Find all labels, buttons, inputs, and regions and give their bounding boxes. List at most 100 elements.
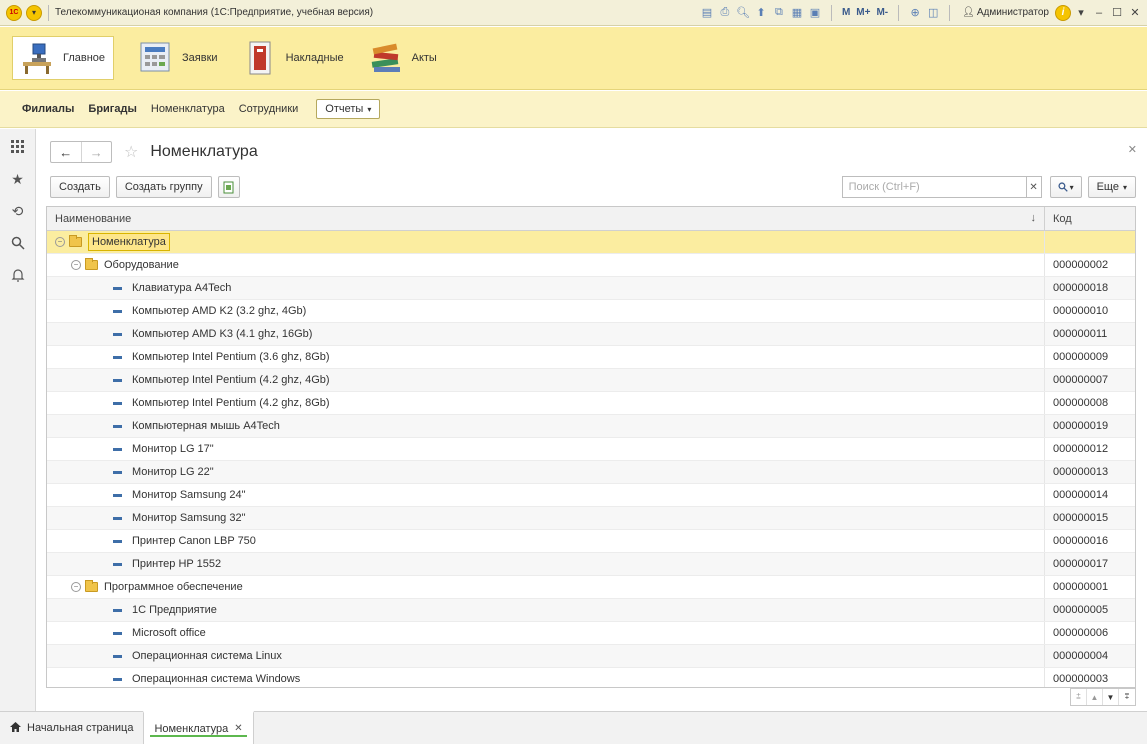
cell-name: 1С Предприятие: [47, 599, 1045, 621]
column-header-code[interactable]: Код: [1045, 207, 1135, 230]
home-page-tab[interactable]: Начальная страница: [0, 712, 143, 744]
table-row[interactable]: Монитор LG 22" 000000013: [47, 461, 1135, 484]
table-row[interactable]: Клавиатура A4Tech 000000018: [47, 277, 1135, 300]
minimize-icon[interactable]: –: [1091, 5, 1107, 21]
table-row[interactable]: Операционная система Linux 000000004: [47, 645, 1135, 668]
copy-icon[interactable]: ⧉: [771, 5, 787, 21]
user-menu[interactable]: 👤︎ Администратор: [958, 7, 1053, 18]
tab-close-icon[interactable]: ✕: [234, 723, 242, 734]
create-group-button[interactable]: Создать группу: [115, 176, 212, 198]
cell-code: 000000006: [1053, 627, 1109, 639]
close-icon[interactable]: ✕: [1127, 5, 1143, 21]
table-header: Наименование ↓ Код: [47, 207, 1135, 231]
item-icon: [113, 424, 122, 428]
calendar-icon[interactable]: ▣: [807, 5, 823, 21]
forward-arrow-icon[interactable]: →: [82, 142, 112, 162]
nomenclature-tab[interactable]: Номенклатура ✕: [143, 711, 254, 744]
collapse-icon[interactable]: −: [55, 237, 65, 247]
search-clear-icon[interactable]: ✕: [1025, 176, 1042, 198]
grid-icon[interactable]: [8, 137, 28, 157]
collapse-icon[interactable]: −: [71, 582, 81, 592]
table-row[interactable]: Монитор Samsung 32" 000000015: [47, 507, 1135, 530]
nav-link-nomenclature[interactable]: Номенклатура: [151, 103, 225, 115]
cell-code: [1045, 231, 1135, 253]
column-name-label: Наименование: [55, 212, 132, 225]
cell-name: Компьютер AMD K3 (4.1 ghz, 16Gb): [47, 323, 1045, 345]
star-icon[interactable]: ★: [8, 169, 28, 189]
search-icon[interactable]: [8, 233, 28, 253]
table-row[interactable]: Компьютер Intel Pentium (3.6 ghz, 8Gb) 00…: [47, 346, 1135, 369]
zoom-icon[interactable]: ⊕: [907, 5, 923, 21]
first-page-icon[interactable]: ⩲: [1071, 689, 1087, 705]
chevron-down-icon[interactable]: ▾: [1073, 5, 1089, 21]
list-icon[interactable]: ▤: [699, 5, 715, 21]
table-row[interactable]: Принтер HP 1552 000000017: [47, 553, 1135, 576]
form-area: ← → ☆ Номенклатура ✕ Создать Создать гру…: [37, 129, 1147, 711]
table-row[interactable]: − Номенклатура: [47, 231, 1135, 254]
cell-code: 000000002: [1053, 259, 1109, 271]
cell-name-text: Номенклатура: [88, 233, 170, 251]
table-row[interactable]: Принтер Canon LBP 750 000000016: [47, 530, 1135, 553]
table-row[interactable]: − Программное обеспечение 000000001: [47, 576, 1135, 599]
search-button[interactable]: ▾: [1049, 176, 1082, 198]
table-row[interactable]: Компьютерная мышь A4Tech 000000019: [47, 415, 1135, 438]
cell-name: Монитор Samsung 32": [47, 507, 1045, 529]
cell-name-text: Монитор Samsung 24": [132, 489, 246, 501]
preview-icon[interactable]: 🔍︎: [735, 5, 751, 21]
table-row[interactable]: Компьютер Intel Pentium (4.2 ghz, 8Gb) 00…: [47, 392, 1135, 415]
create-button[interactable]: Создать: [50, 176, 110, 198]
more-button[interactable]: Еще ▾: [1087, 176, 1136, 198]
collapse-icon[interactable]: −: [71, 260, 81, 270]
calculator-icon[interactable]: ▦: [789, 5, 805, 21]
search-icon: [1058, 182, 1068, 192]
nav-link-brigades[interactable]: Бригады: [88, 103, 136, 115]
panels-icon[interactable]: ◫: [925, 5, 941, 21]
cell-name-text: Принтер HP 1552: [132, 558, 222, 570]
section-invoices[interactable]: Накладные: [242, 36, 344, 80]
column-header-name[interactable]: Наименование ↓: [47, 207, 1045, 230]
section-acts[interactable]: Акты: [368, 36, 437, 80]
bell-icon[interactable]: [8, 265, 28, 285]
favorite-star-icon[interactable]: ☆: [124, 142, 138, 162]
main-menu-icon[interactable]: ▾: [26, 4, 42, 21]
nav-link-branches[interactable]: Филиалы: [22, 103, 74, 115]
memory-minus-button[interactable]: M-: [874, 7, 890, 18]
last-page-icon[interactable]: ⩱: [1119, 689, 1135, 705]
memory-m-button[interactable]: M: [840, 7, 852, 18]
section-requests[interactable]: Заявки: [138, 36, 218, 80]
print-icon[interactable]: ⎙: [717, 5, 733, 21]
maximize-icon[interactable]: ☐: [1109, 5, 1125, 21]
create-copy-button[interactable]: [217, 176, 240, 198]
item-icon: [113, 309, 122, 313]
item-icon: [113, 493, 122, 497]
app-logo-icon[interactable]: 1С: [6, 4, 22, 21]
table-row[interactable]: − Оборудование 000000002: [47, 254, 1135, 277]
table-row[interactable]: Операционная система Windows 000000003: [47, 668, 1135, 687]
back-arrow-icon[interactable]: ←: [51, 142, 82, 162]
table-row[interactable]: Компьютер Intel Pentium (4.2 ghz, 4Gb) 00…: [47, 369, 1135, 392]
table-row[interactable]: Компьютер AMD K3 (4.1 ghz, 16Gb) 00000001…: [47, 323, 1135, 346]
search-input[interactable]: Поиск (Ctrl+F): [841, 176, 1026, 198]
table-row[interactable]: Монитор LG 17" 000000012: [47, 438, 1135, 461]
cell-code: 000000014: [1053, 489, 1109, 501]
table-row[interactable]: Компьютер AMD K2 (3.2 ghz, 4Gb) 000000010: [47, 300, 1135, 323]
reports-dropdown-button[interactable]: Отчеты ▾: [316, 99, 381, 119]
save-icon[interactable]: ⬆: [753, 5, 769, 21]
chevron-down-icon: ▾: [1069, 182, 1074, 192]
table-row[interactable]: Монитор Samsung 24" 000000014: [47, 484, 1135, 507]
page-up-icon[interactable]: ▲: [1087, 689, 1103, 705]
info-icon[interactable]: i: [1055, 4, 1071, 21]
nav-link-employees[interactable]: Сотрудники: [239, 103, 299, 115]
history-icon[interactable]: ⟲: [8, 201, 28, 221]
form-close-icon[interactable]: ✕: [1128, 143, 1137, 156]
table-row[interactable]: Microsoft office 000000006: [47, 622, 1135, 645]
page-down-icon[interactable]: ▼: [1103, 689, 1119, 705]
chevron-down-icon: ▾: [367, 104, 372, 114]
item-icon: [113, 355, 122, 359]
memory-plus-button[interactable]: M+: [854, 7, 872, 18]
binder-icon: [242, 40, 278, 76]
section-main[interactable]: Главное: [12, 36, 115, 80]
table-row[interactable]: 1С Предприятие 000000005: [47, 599, 1135, 622]
nomenclature-tab-label: Номенклатура: [154, 722, 229, 735]
calculator-doc-icon: [138, 40, 174, 76]
